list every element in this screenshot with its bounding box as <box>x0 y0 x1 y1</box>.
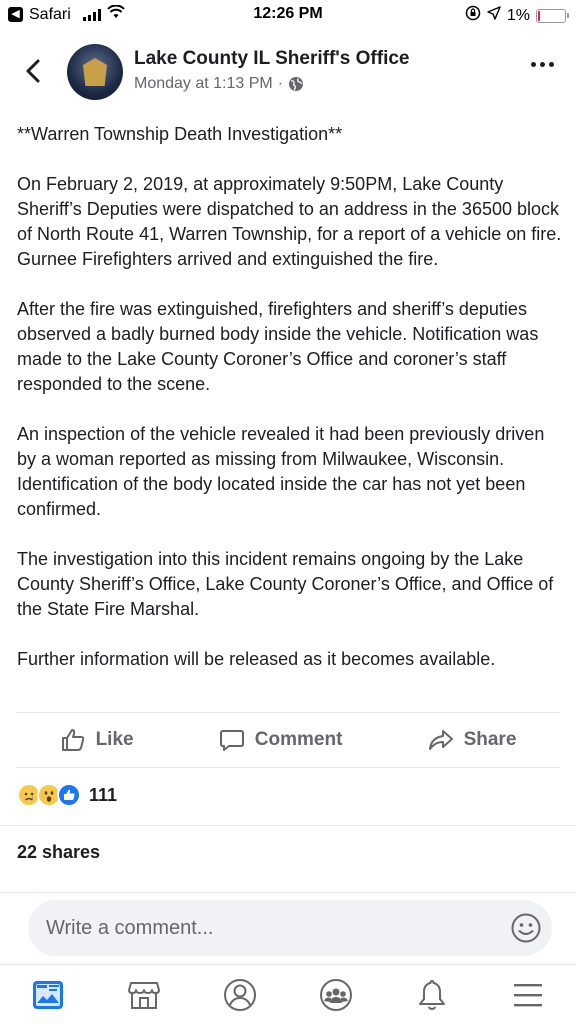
news-feed-icon <box>33 980 63 1009</box>
status-bar: ◀ Safari 12:26 PM 1% <box>0 0 576 30</box>
divider <box>0 825 576 826</box>
post-paragraph: The investigation into this incident rem… <box>17 549 554 619</box>
battery-icon <box>536 8 569 23</box>
post-paragraph: After the fire was extinguished, firefig… <box>17 299 539 394</box>
like-label: Like <box>95 729 134 750</box>
page-avatar[interactable] <box>67 44 123 100</box>
post-paragraph: An inspection of the vehicle revealed it… <box>17 424 545 519</box>
like-reaction-icon <box>57 783 81 807</box>
post-body: **Warren Township Death Investigation** … <box>17 122 562 697</box>
marketplace-icon <box>128 981 160 1009</box>
profile-icon <box>224 978 256 1011</box>
nav-groups[interactable] <box>311 970 361 1020</box>
nav-profile[interactable] <box>215 970 265 1020</box>
comment-icon <box>219 730 244 751</box>
share-button[interactable]: Share <box>428 727 517 753</box>
post-paragraph: On February 2, 2019, at approximately 9:… <box>17 174 562 269</box>
back-button[interactable] <box>20 56 50 86</box>
comment-input[interactable] <box>46 916 486 940</box>
comment-button[interactable]: Comment <box>219 727 343 753</box>
page-name[interactable]: Lake County IL Sheriff's Office <box>134 48 410 70</box>
bottom-navigation <box>0 964 576 1024</box>
post-title: **Warren Township Death Investigation** <box>17 124 343 144</box>
groups-icon <box>320 978 352 1011</box>
more-dot-icon <box>540 62 545 67</box>
more-dot-icon <box>549 62 554 67</box>
divider <box>0 892 576 893</box>
post-action-bar: Like Comment Share <box>17 712 559 768</box>
more-dot-icon <box>531 62 536 67</box>
reactions-summary[interactable]: 111 <box>17 783 117 807</box>
share-label: Share <box>463 729 517 750</box>
emoji-button[interactable] <box>510 912 542 944</box>
more-options-button[interactable] <box>531 62 554 67</box>
nav-news-feed[interactable] <box>23 970 73 1020</box>
status-bar-right: 1% <box>465 5 569 26</box>
post-paragraph: Further information will be released as … <box>17 649 496 669</box>
thumbs-up-icon <box>61 729 84 751</box>
reaction-count: 111 <box>89 784 118 805</box>
meta-separator: · <box>277 75 284 92</box>
smiley-icon <box>511 913 541 943</box>
share-arrow-icon <box>428 730 453 750</box>
shares-count[interactable]: 22 shares <box>17 842 100 863</box>
globe-icon <box>289 77 304 91</box>
orientation-lock-icon <box>465 5 481 26</box>
location-icon <box>487 6 501 25</box>
nav-marketplace[interactable] <box>119 970 169 1020</box>
like-button[interactable]: Like <box>60 727 134 753</box>
post-meta: Monday at 1:13 PM · <box>134 75 304 93</box>
comment-label: Comment <box>254 729 343 750</box>
nav-notifications[interactable] <box>407 970 457 1020</box>
bell-icon <box>419 979 445 1010</box>
sheriff-badge-icon <box>83 58 107 86</box>
post-header: Lake County IL Sheriff's Office Monday a… <box>0 38 576 108</box>
chevron-left-icon <box>26 59 40 83</box>
battery-percent: 1% <box>506 6 530 24</box>
hamburger-menu-icon <box>514 983 542 1006</box>
post-timestamp[interactable]: Monday at 1:13 PM <box>134 75 273 93</box>
nav-menu[interactable] <box>503 970 553 1020</box>
comment-composer <box>28 900 552 956</box>
